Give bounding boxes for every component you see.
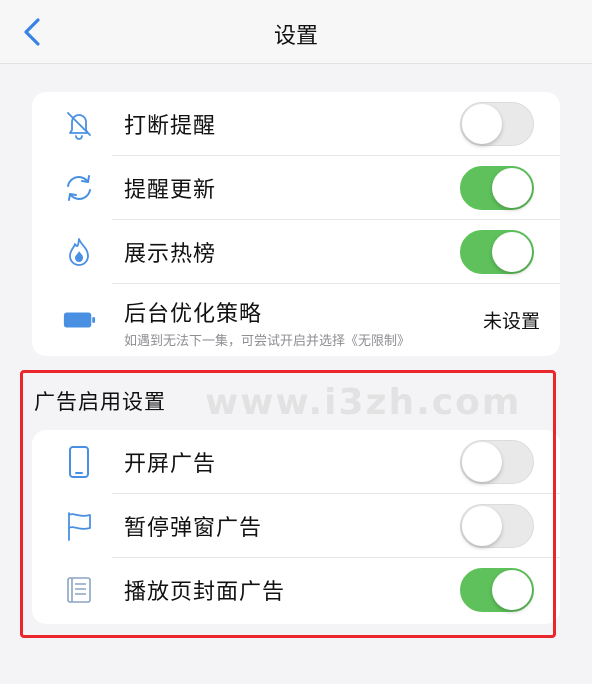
setting-label: 播放页封面广告 [124, 580, 286, 605]
refresh-icon [62, 171, 96, 205]
setting-label: 暂停弹窗广告 [124, 516, 263, 541]
setting-label: 开屏广告 [124, 452, 217, 477]
bell-slash-icon [62, 107, 96, 141]
setting-label: 展示热榜 [124, 242, 217, 267]
flag-icon [62, 509, 96, 543]
navigation-bar: 设置 [0, 0, 592, 64]
toggle-knob [492, 168, 532, 208]
ad-settings-card: 开屏广告 暂停弹窗广告 播放页封面广告 [32, 430, 560, 624]
setting-row-update-reminder: 提醒更新 [32, 156, 560, 220]
setting-row-player-cover-ad: 播放页封面广告 [32, 558, 560, 622]
hot-list-toggle[interactable] [460, 230, 534, 274]
update-reminder-toggle[interactable] [460, 166, 534, 210]
page-title: 设置 [273, 24, 318, 49]
toggle-knob [462, 104, 502, 144]
document-icon [62, 573, 96, 607]
toggle-knob [492, 570, 532, 610]
splash-ad-toggle[interactable] [460, 440, 534, 484]
setting-row-background-optimization[interactable]: 后台优化策略 如遇到无法下一集，可尝试开启并选择《无限制》 未设置 [32, 284, 560, 356]
phone-icon [62, 445, 96, 479]
pause-popup-ad-toggle[interactable] [460, 504, 534, 548]
setting-hint: 如遇到无法下一集，可尝试开启并选择《无限制》 [124, 334, 411, 349]
battery-icon [62, 303, 96, 337]
setting-row-pause-popup-ad: 暂停弹窗广告 [32, 494, 560, 558]
section-title: 广告启用设置 [34, 390, 166, 414]
toggle-knob [492, 232, 532, 272]
setting-label: 提醒更新 [124, 178, 217, 203]
setting-label: 打断提醒 [124, 114, 217, 139]
setting-row-splash-ad: 开屏广告 [32, 430, 560, 494]
player-cover-ad-toggle[interactable] [460, 568, 534, 612]
flame-icon [62, 235, 96, 269]
setting-label: 后台优化策略 [124, 302, 263, 327]
setting-row-interrupt-reminder: 打断提醒 [32, 92, 560, 156]
toggle-knob [462, 442, 502, 482]
general-settings-card: 打断提醒 提醒更新 展示热榜 后台优化策略 如遇到无法下一集，可尝试开启并选择《… [32, 92, 560, 356]
watermark: www.i3zh.com [205, 382, 522, 423]
interrupt-reminder-toggle[interactable] [460, 102, 534, 146]
setting-row-hot-list: 展示热榜 [32, 220, 560, 284]
setting-value: 未设置 [482, 310, 540, 333]
toggle-knob [462, 506, 502, 546]
